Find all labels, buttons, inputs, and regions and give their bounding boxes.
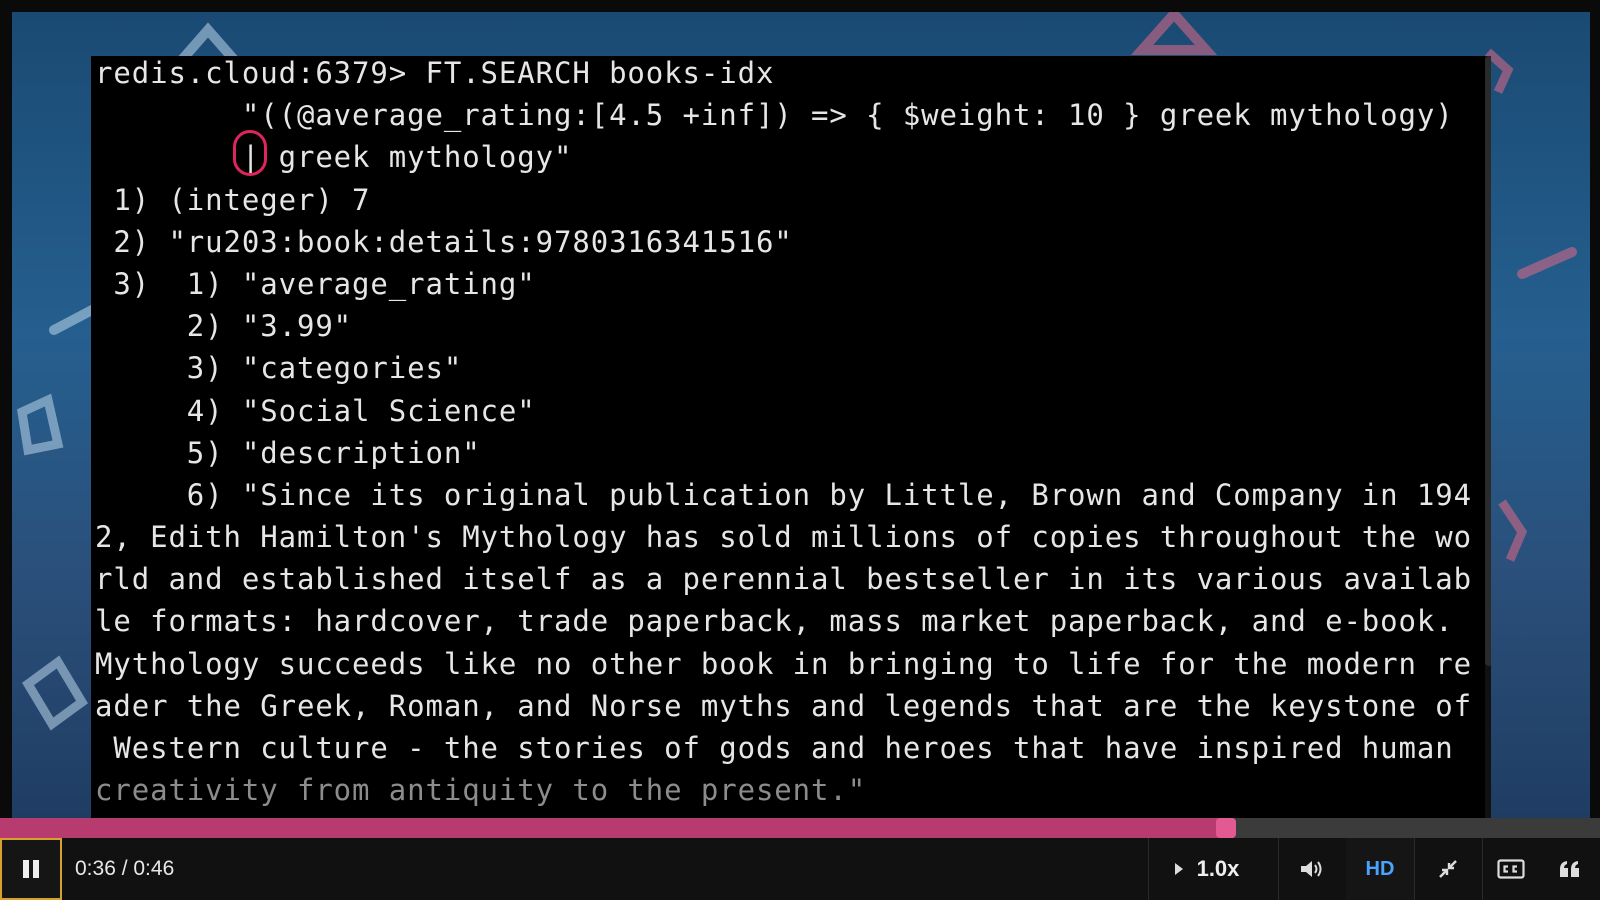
terminal-line: 4) "Social Science" bbox=[95, 393, 536, 428]
cc-icon bbox=[1497, 859, 1525, 879]
terminal-line: ader the Greek, Roman, and Norse myths a… bbox=[95, 688, 1472, 723]
volume-button[interactable] bbox=[1278, 838, 1346, 900]
terminal-line: | greek mythology" bbox=[95, 140, 573, 175]
terminal-line: le formats: hardcover, trade paperback, … bbox=[95, 604, 1454, 639]
terminal-line: rld and established itself as a perennia… bbox=[95, 562, 1472, 597]
terminal-line: "((@average_rating:[4.5 +inf]) => { $wei… bbox=[95, 98, 1454, 133]
time-display: 0:36 / 0:46 bbox=[75, 857, 175, 880]
terminal-line: 5) "description" bbox=[95, 435, 481, 470]
progress-fill bbox=[0, 818, 1226, 838]
terminal-line: 2) "ru203:book:details:9780316341516" bbox=[95, 224, 793, 259]
exit-fullscreen-button[interactable] bbox=[1414, 838, 1482, 900]
pause-icon bbox=[23, 860, 39, 878]
quote-icon bbox=[1560, 861, 1579, 877]
terminal-line: 3) 1) "average_rating" bbox=[95, 266, 536, 301]
progress-handle[interactable] bbox=[1215, 818, 1236, 838]
video-frame[interactable]: redis.cloud:6379> FT.SEARCH books-idx "(… bbox=[12, 12, 1590, 818]
minimize-icon bbox=[1439, 860, 1457, 878]
speed-button[interactable]: 1.0x bbox=[1148, 838, 1264, 900]
transcript-button[interactable] bbox=[1540, 838, 1600, 900]
terminal-line: Western culture - the stories of gods an… bbox=[95, 731, 1454, 765]
control-bar: 0:36 / 0:46 1.0x HD bbox=[0, 838, 1600, 900]
terminal-scrollbar[interactable] bbox=[1485, 56, 1491, 818]
terminal-line: creativity from antiquity to the present… bbox=[95, 773, 867, 808]
play-triangle-icon bbox=[1174, 863, 1183, 875]
terminal-window: redis.cloud:6379> FT.SEARCH books-idx "(… bbox=[91, 56, 1491, 818]
speed-label: 1.0x bbox=[1196, 856, 1240, 881]
terminal-line: 3) "categories" bbox=[95, 351, 463, 386]
terminal-scrollbar-thumb[interactable] bbox=[1485, 56, 1491, 666]
terminal-line: 2, Edith Hamilton's Mythology has sold m… bbox=[95, 520, 1472, 555]
progress-bar[interactable] bbox=[0, 818, 1600, 838]
hd-toggle[interactable]: HD bbox=[1346, 838, 1414, 900]
pause-button[interactable] bbox=[0, 838, 62, 900]
terminal-line: 2) "3.99" bbox=[95, 309, 353, 344]
terminal-line: 1) (integer) 7 bbox=[95, 182, 371, 217]
terminal-line: Mythology succeeds like no other book in… bbox=[95, 646, 1472, 681]
terminal-line: 6) "Since its original publication by Li… bbox=[95, 477, 1472, 512]
terminal-output: redis.cloud:6379> FT.SEARCH books-idx "(… bbox=[95, 56, 1472, 811]
highlight-circle bbox=[233, 130, 267, 176]
captions-button[interactable] bbox=[1482, 838, 1540, 900]
volume-icon bbox=[1301, 861, 1322, 877]
terminal-line: redis.cloud:6379> FT.SEARCH books-idx bbox=[95, 56, 775, 90]
